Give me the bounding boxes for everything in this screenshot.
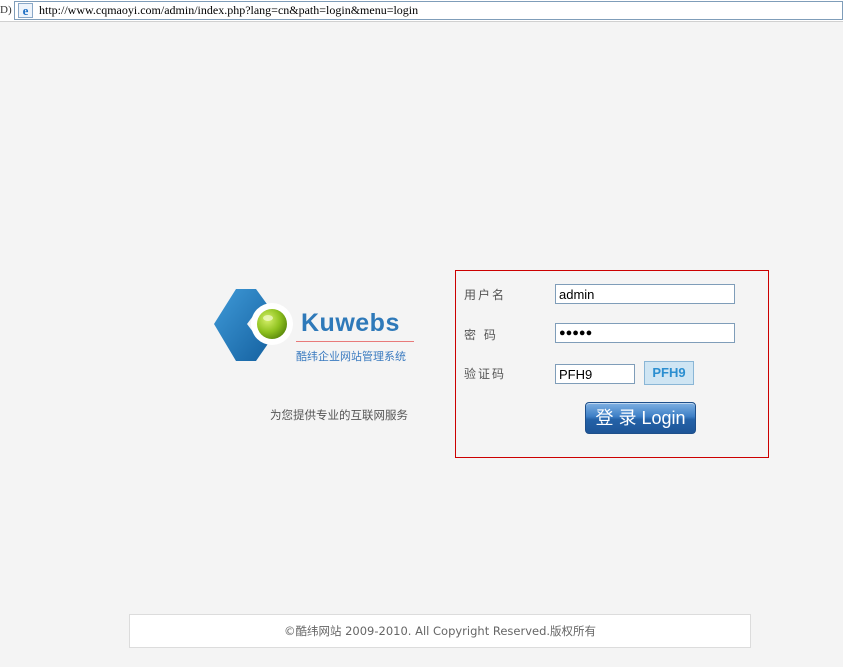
address-url[interactable]: http://www.cqmaoyi.com/admin/index.php?l… xyxy=(39,2,418,19)
address-bar-left-fragment: D) xyxy=(0,4,12,16)
username-label: 用户名 xyxy=(464,288,507,302)
footer-copyright: ©酷纬网站 2009-2010. All Copyright Reserved.… xyxy=(129,614,751,648)
password-label: 密 码 xyxy=(464,328,498,342)
brand-divider xyxy=(296,341,414,342)
address-field[interactable]: e http://www.cqmaoyi.com/admin/index.php… xyxy=(14,1,843,20)
slogan: 为您提供专业的互联网服务 xyxy=(270,408,408,422)
captcha-image[interactable]: PFH9 xyxy=(644,361,694,385)
captcha-input[interactable] xyxy=(555,364,635,384)
username-input[interactable] xyxy=(555,284,735,304)
ie-page-icon: e xyxy=(18,3,33,18)
login-form: 用户名 密 码 ●●●●● 验证码 PFH9 登 录 Login xyxy=(455,270,769,458)
svg-text:e: e xyxy=(23,3,29,18)
brand-subtitle: 酷纬企业网站管理系统 xyxy=(296,350,406,363)
brand-name: Kuwebs xyxy=(301,309,400,337)
browser-address-bar: D) e http://www.cqmaoyi.com/admin/index.… xyxy=(0,0,843,22)
login-button[interactable]: 登 录 Login xyxy=(585,402,696,434)
password-input[interactable]: ●●●●● xyxy=(555,323,735,343)
captcha-label: 验证码 xyxy=(464,367,507,381)
